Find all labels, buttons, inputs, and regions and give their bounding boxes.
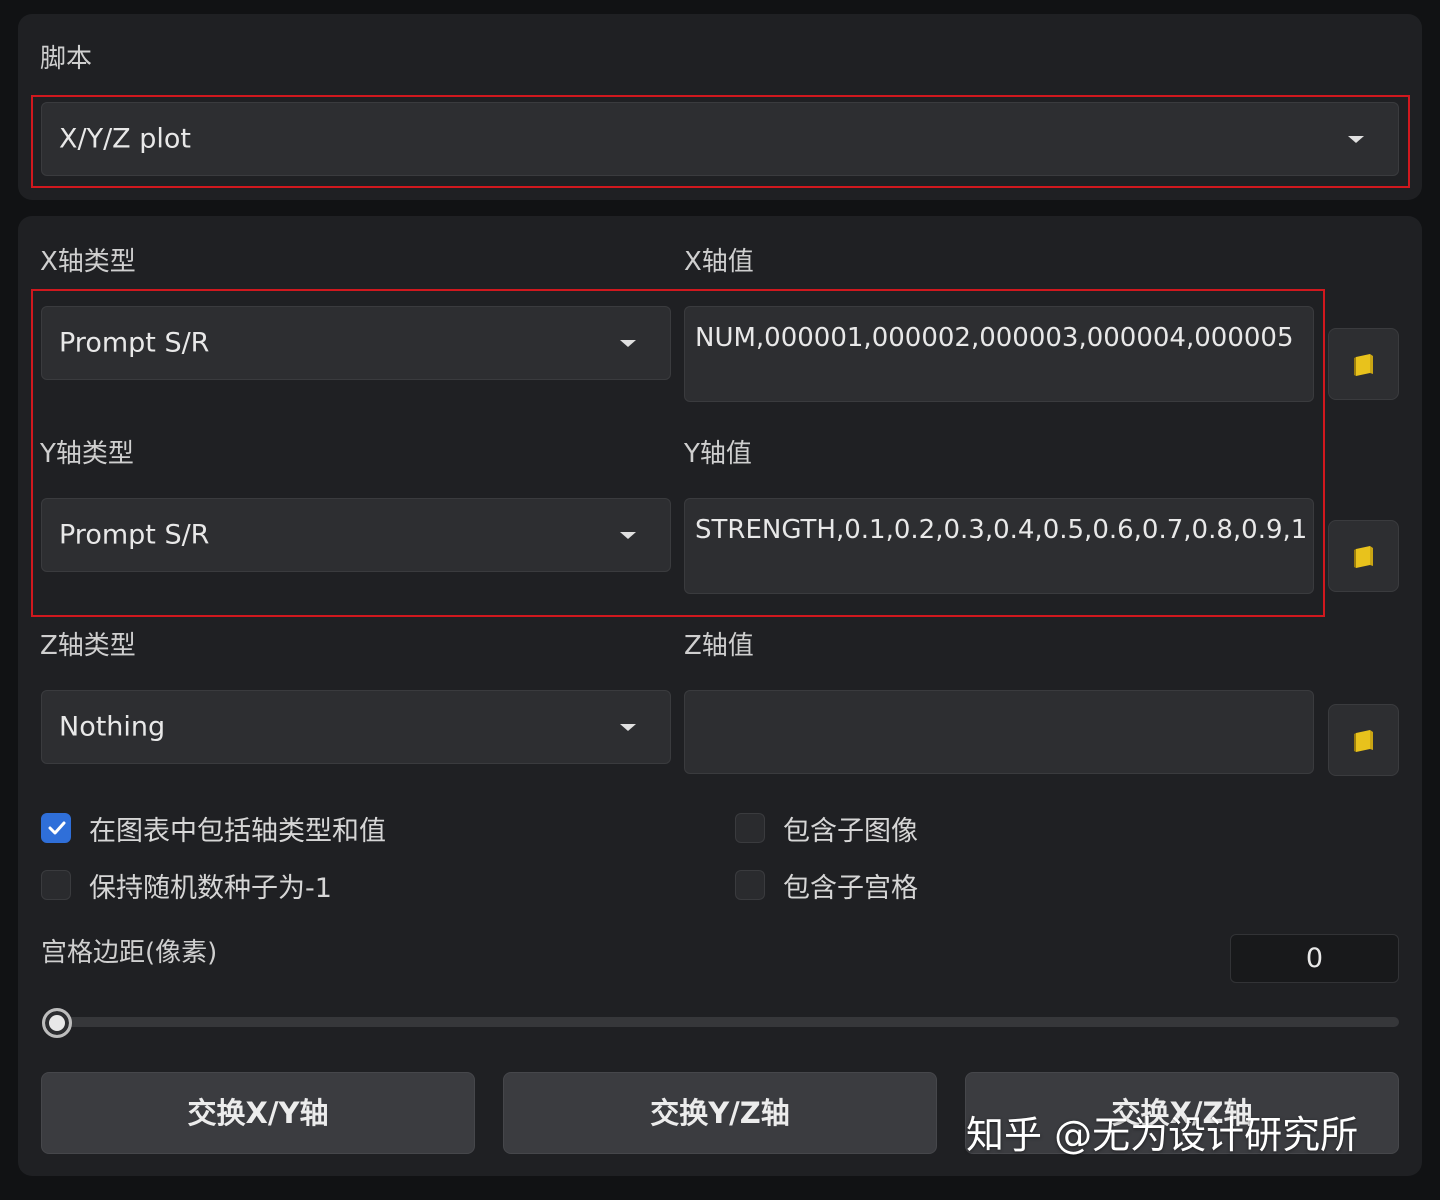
z-axis-values-input[interactable] [684,690,1314,774]
x-axis-type-label: X轴类型 [40,247,136,277]
book-icon [1354,730,1373,752]
include-sub-grids-option[interactable]: 包含子宫格 [735,868,918,904]
chevron-down-icon [620,532,636,539]
y-axis-values-label: Y轴值 [684,439,752,469]
script-label: 脚本 [40,44,93,74]
script-panel: 脚本 X/Y/Z plot [18,14,1422,200]
z-axis-type-value: Nothing [59,711,166,743]
z-axis-type-label: Z轴类型 [40,631,136,661]
x-axis-values-input[interactable]: NUM,000001,000002,000003,000004,000005 [684,306,1314,402]
grid-margin-number-input[interactable]: 0 [1230,934,1399,983]
x-axis-type-dropdown[interactable]: Prompt S/R [41,306,671,380]
y-axis-type-label: Y轴类型 [40,439,134,469]
xyz-plot-panel: X轴类型 X轴值 Prompt S/R NUM,000001,000002,00… [18,216,1422,1176]
script-dropdown[interactable]: X/Y/Z plot [41,102,1399,176]
book-icon [1354,354,1373,376]
z-axis-values-label: Z轴值 [684,631,754,661]
grid-margin-label: 宫格边距(像素) [41,938,218,968]
grid-margin-slider-track[interactable] [42,1017,1399,1027]
checkmark-icon [48,821,66,835]
x-axis-values-book-button[interactable] [1328,328,1399,400]
x-axis-type-value: Prompt S/R [59,327,210,359]
include-sub-grids-checkbox[interactable] [735,870,765,900]
y-axis-values-book-button[interactable] [1328,520,1399,592]
keep-seed-option[interactable]: 保持随机数种子为-1 [41,868,332,904]
grid-margin-slider-thumb[interactable] [42,1008,72,1038]
x-axis-values-label: X轴值 [684,247,754,277]
watermark: 知乎 @无为设计研究所 [966,1113,1359,1157]
include-sub-images-label: 包含子图像 [783,815,918,847]
include-sub-images-option[interactable]: 包含子图像 [735,811,918,847]
include-sub-images-checkbox[interactable] [735,813,765,843]
y-axis-type-dropdown[interactable]: Prompt S/R [41,498,671,572]
z-axis-values-book-button[interactable] [1328,704,1399,776]
chevron-down-icon [1348,136,1364,143]
keep-seed-label: 保持随机数种子为-1 [89,872,332,904]
swap-xy-button[interactable]: 交换X/Y轴 [41,1072,475,1154]
include-axis-labels-label: 在图表中包括轴类型和值 [89,815,386,847]
chevron-down-icon [620,724,636,731]
chevron-down-icon [620,340,636,347]
book-icon [1354,546,1373,568]
include-sub-grids-label: 包含子宫格 [783,872,918,904]
swap-yz-button[interactable]: 交换Y/Z轴 [503,1072,937,1154]
z-axis-type-dropdown[interactable]: Nothing [41,690,671,764]
y-axis-type-value: Prompt S/R [59,519,210,551]
y-axis-values-input[interactable]: STRENGTH,0.1,0.2,0.3,0.4,0.5,0.6,0.7,0.8… [684,498,1314,594]
keep-seed-checkbox[interactable] [41,870,71,900]
include-axis-labels-checkbox[interactable] [41,813,71,843]
script-dropdown-value: X/Y/Z plot [59,123,192,155]
include-axis-labels-option[interactable]: 在图表中包括轴类型和值 [41,811,386,847]
